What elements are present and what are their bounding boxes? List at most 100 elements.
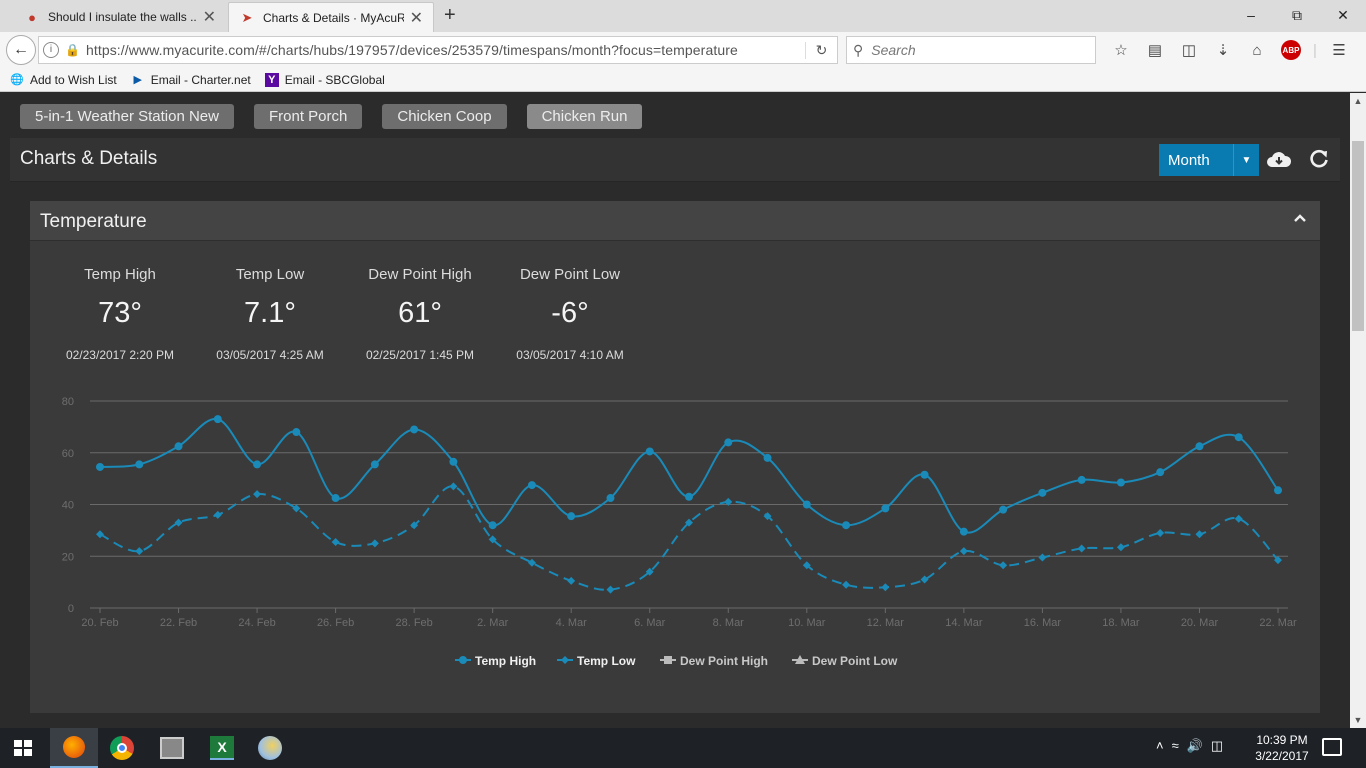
data-point[interactable] — [645, 447, 654, 456]
data-point[interactable] — [213, 415, 222, 424]
adblock-icon[interactable]: ABP — [1274, 36, 1308, 64]
bookmark-item[interactable]: ▶ Email - Charter.net — [131, 73, 250, 87]
data-point[interactable] — [685, 492, 693, 501]
data-point[interactable] — [174, 442, 183, 451]
download-icon[interactable]: ⇣ — [1206, 36, 1240, 64]
series-line[interactable] — [99, 418, 1279, 534]
data-point[interactable] — [920, 470, 929, 479]
data-point[interactable] — [370, 460, 379, 469]
restore-icon[interactable]: ⧉ — [1274, 0, 1320, 30]
pocket-icon[interactable]: ◫ — [1172, 36, 1206, 64]
browser-tab-active[interactable]: ➤ Charts & Details · MyAcuR... ✕ — [228, 2, 434, 32]
data-point[interactable] — [999, 505, 1008, 514]
close-tab-icon[interactable]: ✕ — [410, 8, 423, 28]
bookmark-item[interactable]: 🌐 Add to Wish List — [10, 73, 117, 87]
data-point[interactable] — [135, 547, 144, 556]
new-tab-icon[interactable]: + — [444, 4, 456, 27]
data-point[interactable] — [1038, 553, 1047, 562]
data-point[interactable] — [1038, 488, 1047, 497]
browser-tab[interactable]: ● Should I insulate the walls ... ✕ — [14, 2, 226, 32]
page-scrollbar[interactable]: ▲ ▼ — [1350, 93, 1366, 728]
data-point[interactable] — [174, 518, 183, 527]
data-point[interactable] — [881, 583, 890, 592]
data-point[interactable] — [527, 481, 536, 490]
data-point[interactable] — [802, 500, 811, 509]
data-point[interactable] — [527, 558, 536, 567]
data-point[interactable] — [999, 561, 1008, 570]
data-point[interactable] — [488, 521, 497, 530]
refresh-icon[interactable] — [1308, 148, 1330, 170]
menu-icon[interactable]: ☰ — [1322, 36, 1356, 64]
data-point[interactable] — [606, 585, 615, 594]
data-point[interactable] — [881, 504, 890, 513]
bookmark-star-icon[interactable]: ☆ — [1104, 36, 1138, 64]
legend-item-label[interactable]: Dew Point High — [680, 654, 768, 668]
url-text[interactable]: https://www.myacurite.com/#/charts/hubs/… — [86, 42, 805, 58]
cloud-download-icon[interactable] — [1266, 148, 1292, 172]
legend-item-label[interactable]: Dew Point Low — [812, 654, 898, 668]
data-point[interactable] — [96, 462, 104, 471]
data-point[interactable] — [1116, 478, 1125, 487]
panel-header[interactable]: Temperature — [30, 201, 1320, 241]
chevron-up-icon[interactable] — [1292, 210, 1308, 226]
back-arrow-icon[interactable]: ← — [6, 35, 36, 65]
data-point[interactable] — [1156, 528, 1165, 537]
data-point[interactable] — [1077, 475, 1086, 484]
device-tab-selected[interactable]: Chicken Run — [526, 104, 643, 129]
data-point[interactable] — [253, 460, 262, 469]
data-point[interactable] — [331, 538, 340, 547]
home-icon[interactable]: ⌂ — [1240, 36, 1274, 64]
data-point[interactable] — [920, 575, 929, 584]
data-point[interactable] — [1234, 514, 1243, 523]
device-tab[interactable]: Front Porch — [253, 104, 363, 129]
url-bar[interactable]: i 🔒 https://www.myacurite.com/#/charts/h… — [38, 36, 838, 64]
info-icon[interactable]: i — [43, 42, 59, 58]
lock-icon[interactable]: 🔒 — [65, 43, 80, 57]
data-point[interactable] — [331, 494, 340, 503]
timespan-select[interactable]: Month ▼ — [1159, 144, 1259, 176]
scroll-up-icon[interactable]: ▲ — [1350, 93, 1366, 109]
close-window-icon[interactable]: ✕ — [1320, 0, 1366, 30]
scroll-down-icon[interactable]: ▼ — [1350, 712, 1366, 728]
data-point[interactable] — [1156, 468, 1165, 477]
data-point[interactable] — [1116, 543, 1125, 552]
data-point[interactable] — [213, 510, 222, 519]
excel-taskbar-icon[interactable]: X — [210, 736, 234, 760]
data-point[interactable] — [253, 490, 262, 499]
legend-item-label[interactable]: Temp Low — [577, 654, 636, 668]
series-line[interactable] — [99, 485, 1279, 591]
device-tab[interactable]: 5-in-1 Weather Station New — [20, 104, 234, 129]
data-point[interactable] — [606, 494, 615, 503]
data-point[interactable] — [959, 547, 968, 556]
data-point[interactable] — [370, 539, 379, 548]
data-point[interactable] — [763, 453, 772, 462]
data-point[interactable] — [567, 576, 576, 585]
data-point[interactable] — [1195, 530, 1204, 539]
data-point[interactable] — [842, 521, 851, 530]
data-point[interactable] — [724, 438, 733, 447]
data-point[interactable] — [135, 460, 144, 469]
close-tab-icon[interactable]: ✕ — [203, 7, 216, 27]
data-point[interactable] — [292, 428, 301, 437]
temperature-chart[interactable]: 0 20 40 60 80 20. Feb 22. Feb 24. Feb 26. Feb 28.… — [30, 383, 1320, 683]
data-point[interactable] — [1195, 442, 1204, 451]
photos-taskbar-icon[interactable] — [160, 737, 184, 759]
data-point[interactable] — [842, 580, 851, 589]
data-point[interactable] — [449, 482, 458, 491]
scrollbar-thumb[interactable] — [1352, 141, 1364, 331]
reading-list-icon[interactable]: ▤ — [1138, 36, 1172, 64]
data-point[interactable] — [1274, 486, 1282, 495]
data-point[interactable] — [1077, 544, 1086, 553]
search-input[interactable]: ⚲ Search — [846, 36, 1096, 64]
data-point[interactable] — [959, 527, 968, 536]
paint-taskbar-icon[interactable] — [258, 736, 282, 760]
chrome-taskbar-icon[interactable] — [110, 736, 134, 760]
data-point[interactable] — [410, 425, 419, 434]
data-point[interactable] — [96, 530, 104, 539]
data-point[interactable] — [1234, 433, 1243, 442]
data-point[interactable] — [449, 457, 458, 466]
notifications-icon[interactable] — [1322, 738, 1342, 756]
clock[interactable]: 10:39 PM 3/22/2017 — [1250, 732, 1314, 764]
bookmark-item[interactable]: Y Email - SBCGlobal — [264, 72, 385, 87]
device-tab[interactable]: Chicken Coop — [382, 104, 507, 129]
